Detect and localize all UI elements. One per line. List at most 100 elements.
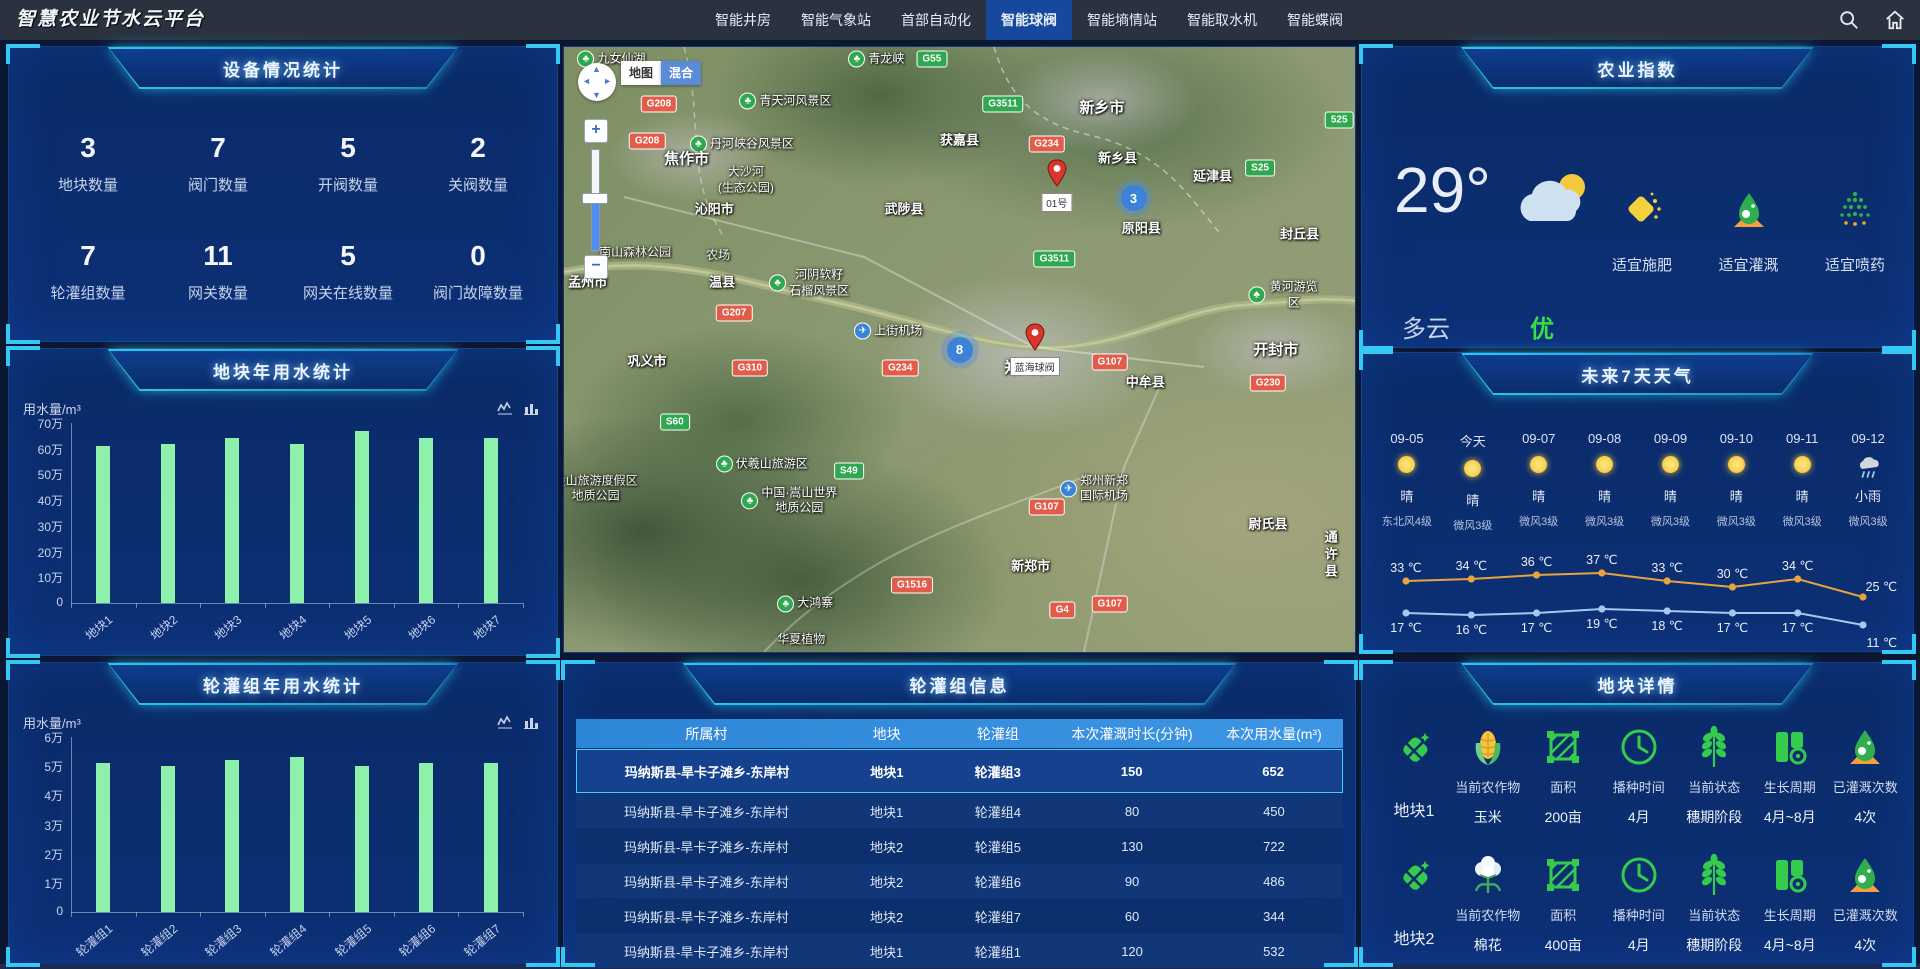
table-row[interactable]: 玛纳斯县-旱卡子滩乡-东岸村地块2轮灌组690486 [576,864,1343,898]
temp-label: 17 ℃ [1521,621,1552,635]
forecast-condition: 小雨 [1835,486,1901,505]
nav-item-6[interactable]: 智能取水机 [1172,0,1272,40]
forecast-condition: 晴 [1572,486,1638,505]
x-axis-label: 轮灌组1 [44,920,116,969]
forecast-condition: 晴 [1506,486,1572,505]
zoom-out-button[interactable]: − [584,255,608,279]
scenic-label: ♣河阴软籽 石榴风景区 [769,267,849,298]
road-red-label: G1516 [891,577,933,594]
stat-item: 5开阀数量 [283,132,413,195]
temp-point [1859,593,1866,600]
irrigation-info-panel: 轮灌组信息 所属村地块轮灌组本次灌溉时长(分钟)本次用水量(m³)玛纳斯县-旱卡… [563,662,1356,965]
cycle-icon [1752,853,1828,897]
road-red-label: G107 [1092,353,1128,370]
stat-value: 3 [23,132,153,164]
nav-item-1[interactable]: 智能井房 [700,0,786,40]
spray-icon [1832,220,1878,237]
table-cell: 玛纳斯县-旱卡子滩乡-东岸村 [576,907,837,926]
road-red-label: G234 [882,359,918,376]
table-row[interactable]: 玛纳斯县-旱卡子滩乡-东岸村地块1轮灌组3150652 [576,749,1343,793]
line-chart-toggle-icon[interactable] [497,401,513,420]
map-type-normal-button[interactable]: 地图 [621,61,661,85]
x-axis-tick [136,912,137,917]
nav-item-3[interactable]: 首部自动化 [886,0,986,40]
pin-marker-label: 蓝海球阀 [1010,357,1060,376]
table-row[interactable]: 玛纳斯县-旱卡子滩乡-东岸村地块1轮灌组1120532 [576,934,1343,968]
temp-point [1402,609,1409,616]
table-cell: 486 [1205,874,1343,889]
table-cell: 532 [1205,944,1343,959]
town-label: 获嘉县 [940,132,979,149]
town-label: 尉氏县 [1248,516,1287,533]
road-green-label: G55 [916,51,947,68]
nav-item-4[interactable]: 智能球阀 [986,0,1072,40]
detail-value: 棉花 [1450,935,1526,955]
x-axis-label: 轮灌组3 [173,920,245,969]
pan-right-icon[interactable]: ► [603,76,612,86]
panel-title: 地块年用水统计 [108,349,459,391]
road-red-label: G208 [641,96,677,113]
table-cell: 地块1 [837,942,937,961]
line-chart-toggle-icon[interactable] [497,715,513,734]
nav-item-7[interactable]: 智能蝶阀 [1272,0,1358,40]
table-cell: 90 [1059,874,1205,889]
panel-title: 地块详情 [1461,663,1814,705]
table-cell: 地块1 [837,802,937,821]
stat-label: 网关数量 [153,282,283,303]
x-axis-tick [523,603,524,608]
town-label: 武陟县 [885,202,924,219]
pan-up-icon[interactable]: ▲ [592,64,601,74]
x-axis-tick [71,603,72,608]
town-label: 原阳县 [1122,220,1161,237]
irrigation-table: 所属村地块轮灌组本次灌溉时长(分钟)本次用水量(m³)玛纳斯县-旱卡子滩乡-东岸… [576,719,1343,952]
detail-value: 4月 [1601,935,1677,955]
search-icon[interactable] [1838,9,1860,31]
nav-item-5[interactable]: 智能墒情站 [1072,0,1172,40]
table-cell: 80 [1059,804,1205,819]
cluster-marker[interactable]: 8 [947,337,973,363]
forecast-date: 09-08 [1572,431,1638,446]
group-water-bar-chart: 用水量/m³01万2万3万4万5万6万轮灌组1轮灌组2轮灌组3轮灌组4轮灌组5轮… [19,707,547,958]
drop-icon [1828,725,1904,769]
table-row[interactable]: 玛纳斯县-旱卡子滩乡-东岸村地块2轮灌组5130722 [576,829,1343,863]
stat-label: 开阀数量 [283,174,413,195]
forecast-wind: 微风3级 [1572,513,1638,529]
detail-item-crop: 当前农作物棉花 [1450,851,1526,969]
table-cell: 地块1 [837,762,936,781]
forecast-condition: 晴 [1374,486,1440,505]
home-icon[interactable] [1884,9,1906,31]
pin-marker[interactable]: 01号 [1047,159,1067,192]
zoom-slider-thumb[interactable] [582,193,608,204]
x-axis-tick [71,912,72,917]
temp-label: 19 ℃ [1586,617,1617,631]
temp-point [1533,609,1540,616]
bar-chart-toggle-icon[interactable] [523,401,539,420]
pan-down-icon[interactable]: ▼ [592,90,601,100]
area-icon [1526,853,1602,897]
plot-details-panel: 地块详情 地块1当前农作物玉米面积200亩播种时间4月当前状态穗期阶段生长周期4… [1361,662,1914,965]
table-row[interactable]: 玛纳斯县-旱卡子滩乡-东岸村地块1轮灌组480450 [576,794,1343,828]
nav-item-2[interactable]: 智能气象站 [786,0,886,40]
table-cell: 地块2 [837,837,937,856]
bar-chart-toggle-icon[interactable] [523,715,539,734]
scenic-spot-icon: ♣ [777,595,794,612]
pan-left-icon[interactable]: ◄ [582,76,591,86]
map-type-hybrid-button[interactable]: 混合 [661,61,701,85]
column-header: 所属村 [576,724,837,744]
pin-marker[interactable]: 蓝海球阀 [1025,323,1045,356]
drop-icon [1828,853,1904,897]
wheat-icon [1677,725,1753,769]
cluster-marker[interactable]: 3 [1121,185,1147,211]
table-row[interactable]: 玛纳斯县-旱卡子滩乡-东岸村地块2轮灌组760344 [576,899,1343,933]
forecast-date: 09-10 [1703,431,1769,446]
sun-icon [1638,456,1704,482]
detail-value: 4月 [1601,807,1677,827]
forecast-date: 09-09 [1638,431,1704,446]
satellite-map[interactable]: ▲ ▼ ◄ ► + − 地图 混合 ♣九女仙湖♣青龙峡♣青天河风景区♣丹河峡谷风… [563,46,1356,653]
rain-icon [1835,456,1901,482]
scenic-spot-icon: ♣ [769,274,786,291]
zoom-in-button[interactable]: + [584,119,608,143]
road-red-label: G234 [1028,135,1064,152]
map-pan-control[interactable]: ▲ ▼ ◄ ► [578,63,616,101]
y-axis-tick: 30万 [21,518,63,535]
